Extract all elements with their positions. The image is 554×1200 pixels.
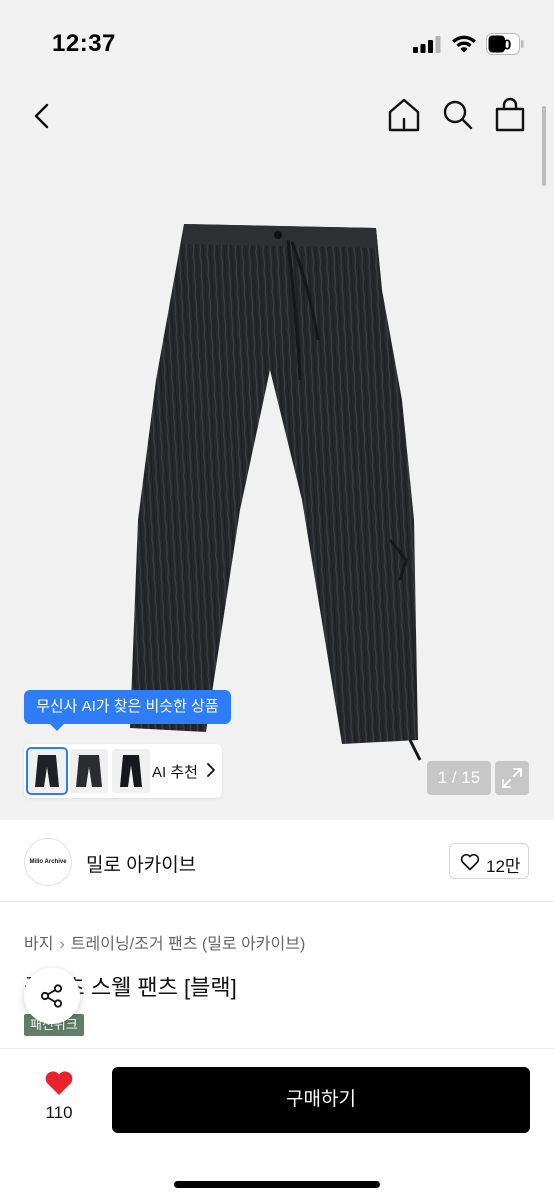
scroll-indicator: [542, 106, 546, 186]
share-button[interactable]: [24, 968, 80, 1024]
wishlist-count: 110: [45, 1103, 73, 1122]
home-indicator: [174, 1181, 380, 1188]
pants-thumbnail-icon: [35, 755, 59, 787]
brand-like-button[interactable]: 12만: [449, 843, 529, 879]
expand-icon: [502, 768, 522, 788]
ai-recommend-strip[interactable]: AI 추천: [24, 744, 222, 798]
pants-thumbnail-icon: [120, 755, 142, 787]
brand-logo[interactable]: Millo Archive: [24, 838, 72, 886]
breadcrumb-subcategory[interactable]: 트레이닝/조거 팬츠 (밀로 아카이브): [71, 936, 306, 953]
cellular-signal-icon: [413, 36, 441, 53]
product-image: [130, 224, 422, 761]
heart-outline-icon: [460, 853, 480, 871]
back-icon: [34, 103, 49, 129]
status-time: 12:37: [52, 30, 116, 57]
heart-filled-icon: [45, 1071, 73, 1095]
battery-icon: 50: [486, 33, 524, 55]
pants-thumbnail-icon: [76, 755, 102, 787]
buy-button[interactable]: 구매하기: [112, 1067, 530, 1133]
similar-item-thumb[interactable]: [70, 749, 108, 793]
wishlist-button[interactable]: 110: [24, 1069, 94, 1133]
breadcrumb: 바지 › 트레이닝/조거 팬츠 (밀로 아카이브): [24, 930, 305, 954]
product-gallery[interactable]: 무신사 AI가 찾은 비슷한 상품 AI 추천 1 / 15: [0, 88, 554, 820]
similar-item-thumb[interactable]: [26, 747, 68, 795]
breadcrumb-category[interactable]: 바지: [24, 936, 53, 953]
similar-item-thumb[interactable]: [112, 749, 150, 793]
wifi-icon: [452, 35, 476, 53]
battery-level: 50: [495, 37, 512, 54]
brand-like-count: 12만: [486, 857, 521, 876]
chevron-right-icon: ›: [59, 936, 65, 953]
shopping-bag-icon: [495, 97, 525, 132]
cart-button[interactable]: [492, 94, 528, 136]
home-button[interactable]: [384, 94, 424, 136]
share-icon: [40, 984, 63, 1008]
search-icon: [443, 100, 473, 130]
ai-similar-tooltip[interactable]: 무신사 AI가 찾은 비슷한 상품: [24, 690, 231, 731]
home-icon: [388, 98, 420, 132]
brand-name[interactable]: 밀로 아카이브: [86, 850, 196, 877]
ai-recommend-label: AI 추천: [152, 764, 198, 781]
search-button[interactable]: [438, 94, 478, 136]
status-bar: 12:37 50: [0, 0, 554, 88]
brand-row[interactable]: Millo Archive 밀로 아카이브 12만: [0, 820, 554, 902]
expand-button[interactable]: [495, 761, 529, 795]
image-counter: 1 / 15: [427, 761, 491, 795]
back-button[interactable]: [26, 96, 60, 136]
chevron-right-icon: [207, 763, 215, 777]
bottom-action-bar: 110 구매하기: [0, 1048, 554, 1200]
